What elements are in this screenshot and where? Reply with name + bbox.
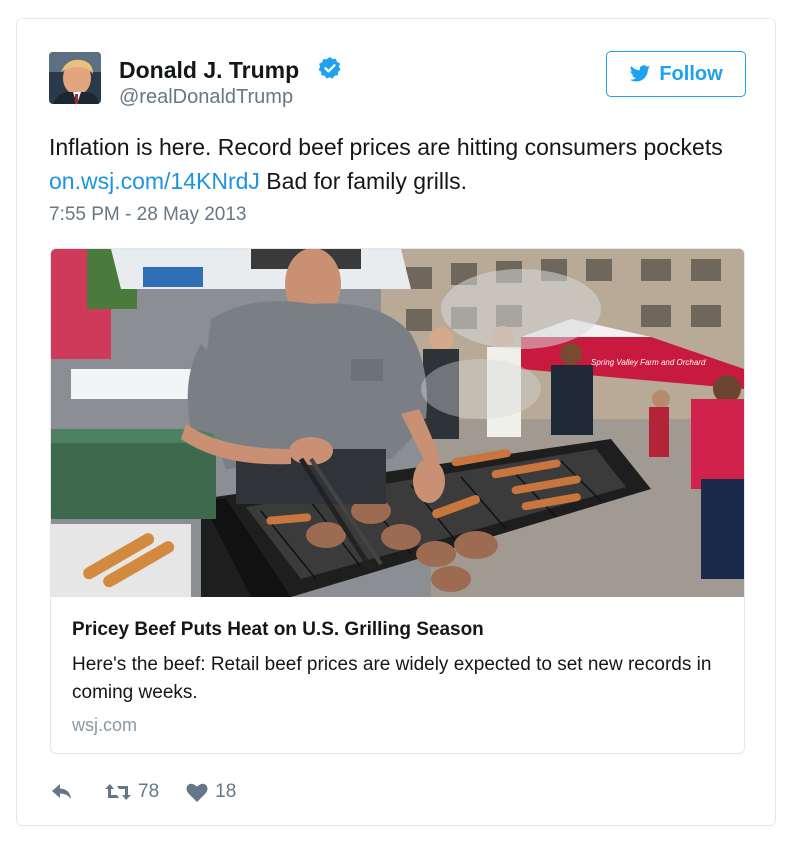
author-name[interactable]: Donald J. Trump (119, 57, 299, 84)
link-card-domain: wsj.com (72, 715, 138, 735)
heart-icon (186, 783, 208, 802)
reply-icon (52, 784, 71, 799)
follow-label: Follow (659, 62, 723, 85)
tent-banner: Spring Valley Farm and Orchard (591, 358, 706, 367)
reply-button[interactable] (50, 781, 74, 803)
verified-badge-icon (318, 56, 342, 80)
retweet-count: 78 (138, 781, 160, 802)
tweet-card: Donald J. Trump @realDonaldTrump Follow … (16, 18, 776, 826)
tweet-text-part2: Bad for family grills. (259, 168, 467, 194)
article-photo: Spring Valley Farm and Orchard (51, 249, 744, 597)
author-handle[interactable]: @realDonaldTrump (119, 86, 293, 109)
tweet-timestamp[interactable]: 7:55 PM - 28 May 2013 (49, 204, 247, 226)
tweet-actions: 78 18 (50, 779, 236, 805)
avatar[interactable] (49, 52, 101, 104)
retweet-button[interactable]: 78 (104, 781, 159, 803)
twitter-bird-icon (630, 65, 651, 82)
retweet-icon (105, 784, 131, 800)
like-count: 18 (215, 781, 237, 802)
link-card-description: Here's the beef: Retail beef prices are … (72, 654, 712, 703)
follow-button[interactable]: Follow (606, 51, 746, 97)
tweet-text-part1: Inflation is here. Record beef prices ar… (49, 134, 723, 160)
like-button[interactable]: 18 (185, 781, 236, 803)
link-card-title[interactable]: Pricey Beef Puts Heat on U.S. Grilling S… (72, 619, 484, 641)
tweet-text: Inflation is here. Record beef prices ar… (49, 130, 739, 198)
tweet-link[interactable]: on.wsj.com/14KNrdJ (49, 168, 260, 194)
link-preview-card[interactable]: Spring Valley Farm and Orchard Pricey Be… (50, 248, 745, 754)
